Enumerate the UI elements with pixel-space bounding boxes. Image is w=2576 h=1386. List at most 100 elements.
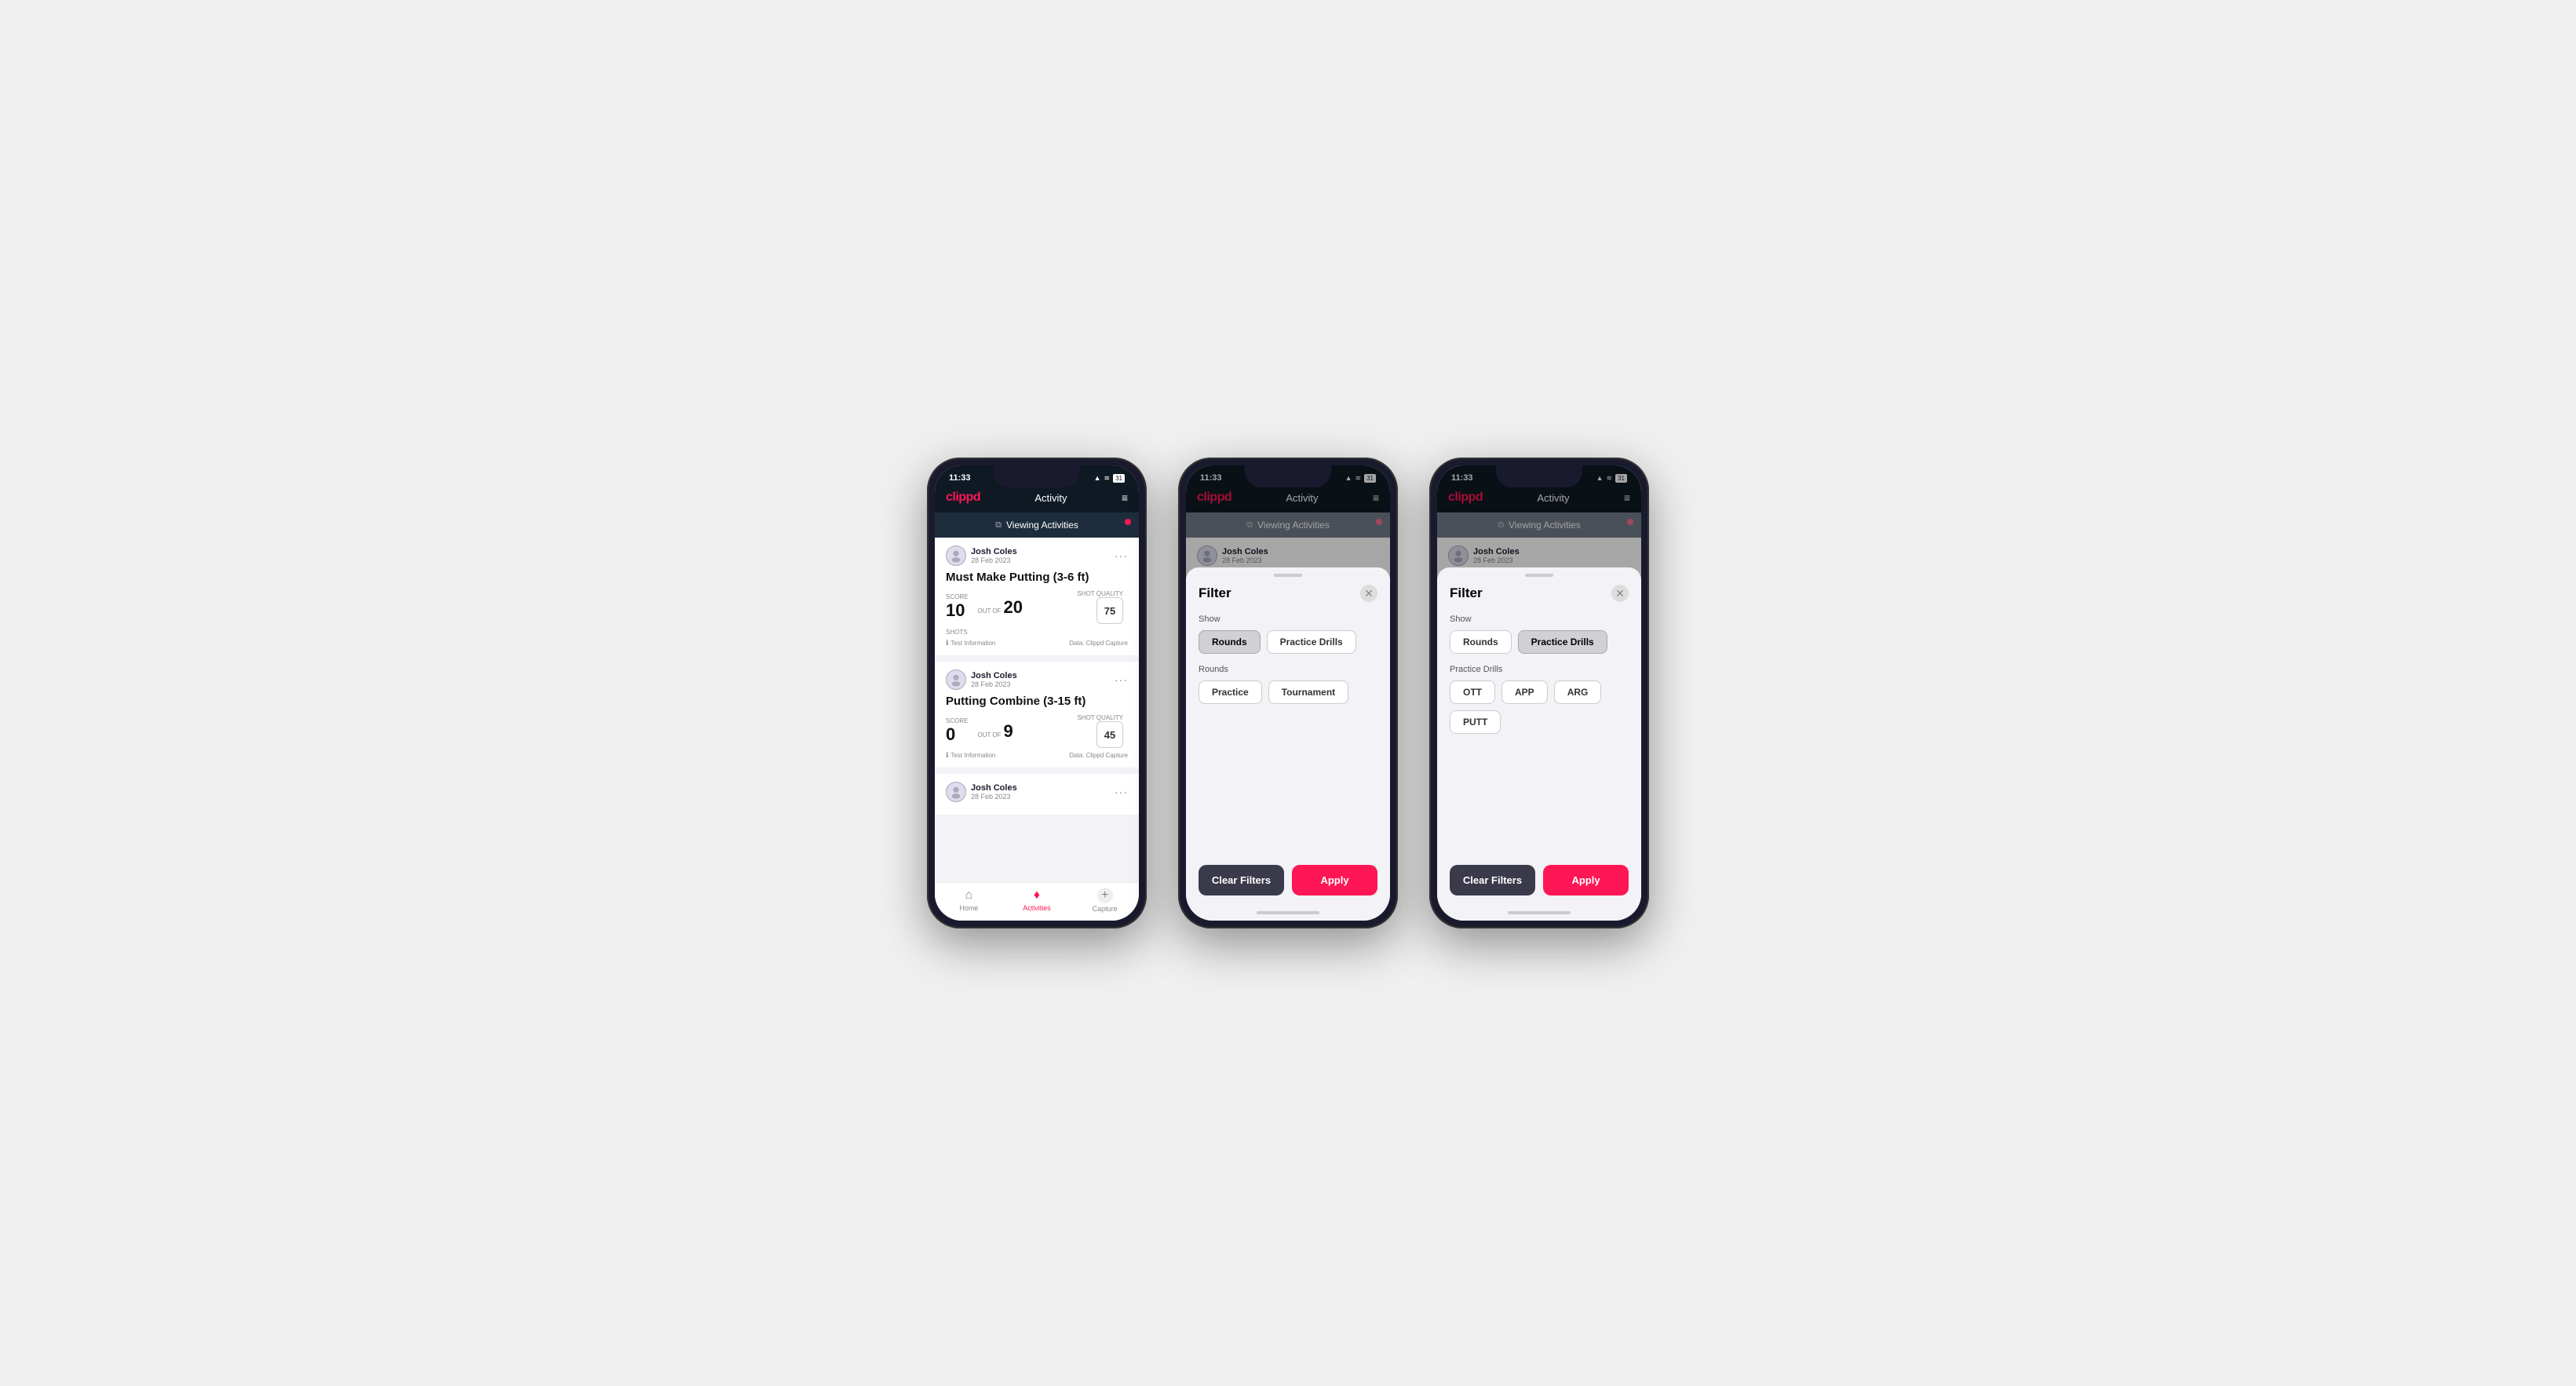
filter-footer-3: Clear Filters Apply — [1437, 857, 1641, 911]
avatar-1b — [946, 669, 966, 690]
ott-btn-3[interactable]: OTT — [1450, 680, 1495, 704]
user-info-1b: Josh Coles 28 Feb 2023 — [946, 669, 1017, 690]
shots-of-1b: OUT OF — [977, 731, 1001, 739]
user-name-1a: Josh Coles — [971, 547, 1017, 556]
user-date-1a: 28 Feb 2023 — [971, 556, 1017, 564]
practice-buttons-3: OTT APP ARG PUTT — [1450, 680, 1629, 734]
dots-menu-1a[interactable]: ··· — [1115, 549, 1128, 562]
filter-header-2: Filter ✕ — [1186, 577, 1390, 608]
apply-btn-2[interactable]: Apply — [1292, 865, 1377, 895]
filter-close-2[interactable]: ✕ — [1360, 585, 1377, 602]
test-info-1a: ℹ Test Information — [946, 639, 995, 647]
home-icon-1: ⌂ — [965, 888, 973, 903]
phone-3: 11:33 ▲ ≋ 31 clippd Activity ≡ ⧉ Viewing… — [1429, 458, 1649, 928]
rounds-btn-2[interactable]: Rounds — [1199, 630, 1261, 654]
activities-label-1: Activities — [1023, 904, 1051, 912]
user-info-1a: Josh Coles 28 Feb 2023 — [946, 545, 1017, 566]
activity-card-3[interactable]: Josh Coles 28 Feb 2023 ··· — [935, 774, 1139, 815]
filter-sheet-2: Filter ✕ Show Rounds Practice Drills Rou… — [1186, 567, 1390, 921]
practice-drills-btn-2[interactable]: Practice Drills — [1267, 630, 1356, 654]
activity-card-1[interactable]: Josh Coles 28 Feb 2023 ··· Must Make Put… — [935, 538, 1139, 655]
notch-2 — [1245, 465, 1331, 487]
wifi-icon-1: ≋ — [1104, 474, 1111, 483]
activity-title-1a: Must Make Putting (3-6 ft) — [946, 571, 1128, 584]
data-source-1b: Data: Clippd Capture — [1069, 752, 1128, 759]
filter-icon-1: ⧉ — [995, 520, 1002, 531]
sq-badge-1b: 45 — [1096, 721, 1123, 748]
dots-menu-1c[interactable]: ··· — [1115, 786, 1128, 798]
nav-activities-1[interactable]: ♦ Activities — [1003, 888, 1071, 912]
phones-container: 11:33 ▲ ≋ 31 clippd Activity ≡ ⧉ Viewi — [927, 458, 1649, 928]
rounds-buttons-2: Practice Tournament — [1199, 680, 1377, 704]
practice-drills-btn-3[interactable]: Practice Drills — [1518, 630, 1607, 654]
filter-body-3: Show Rounds Practice Drills Practice Dri… — [1437, 608, 1641, 857]
shots-value-1a: 20 — [1004, 597, 1023, 618]
menu-icon-1[interactable]: ≡ — [1122, 491, 1128, 504]
filter-overlay-3: Filter ✕ Show Rounds Practice Drills Pra… — [1437, 567, 1641, 921]
data-source-1a: Data: Clippd Capture — [1069, 640, 1128, 647]
filter-overlay-2: Filter ✕ Show Rounds Practice Drills Rou… — [1186, 567, 1390, 921]
home-label-1: Home — [959, 904, 978, 912]
capture-icon-1: + — [1097, 888, 1113, 903]
avatar-1a — [946, 545, 966, 566]
practice-round-btn-2[interactable]: Practice — [1199, 680, 1262, 704]
shots-of-1a: OUT OF — [977, 607, 1001, 615]
show-label-3: Show — [1450, 615, 1629, 624]
tournament-btn-2[interactable]: Tournament — [1268, 680, 1348, 704]
signal-icon-1: ▲ — [1094, 474, 1101, 482]
capture-label-1: Capture — [1093, 905, 1118, 913]
phone-1: 11:33 ▲ ≋ 31 clippd Activity ≡ ⧉ Viewi — [927, 458, 1147, 928]
clear-filters-btn-2[interactable]: Clear Filters — [1199, 865, 1284, 895]
user-info-1c: Josh Coles 28 Feb 2023 — [946, 782, 1017, 802]
user-date-1c: 28 Feb 2023 — [971, 793, 1017, 801]
putt-btn-3[interactable]: PUTT — [1450, 710, 1501, 734]
viewing-bar-1[interactable]: ⧉ Viewing Activities — [935, 512, 1139, 538]
sq-label-1a: Shot Quality — [1077, 590, 1123, 597]
logo-1: clippd — [946, 491, 980, 505]
activity-title-1b: Putting Combine (3-15 ft) — [946, 695, 1128, 708]
filter-body-2: Show Rounds Practice Drills Rounds Pract… — [1186, 608, 1390, 857]
notch-1 — [994, 465, 1080, 487]
activities-icon-1: ♦ — [1034, 888, 1040, 903]
filter-title-2: Filter — [1199, 585, 1231, 601]
score-value-1a: 10 — [946, 600, 968, 621]
practice-label-3: Practice Drills — [1450, 665, 1629, 674]
app-btn-3[interactable]: APP — [1501, 680, 1548, 704]
show-buttons-2: Rounds Practice Drills — [1199, 630, 1377, 654]
arg-btn-3[interactable]: ARG — [1554, 680, 1602, 704]
app-header-1: clippd Activity ≡ — [935, 486, 1139, 512]
filter-header-3: Filter ✕ — [1437, 577, 1641, 608]
user-name-1c: Josh Coles — [971, 783, 1017, 793]
header-title-1: Activity — [1034, 492, 1067, 504]
score-label-1a: Score — [946, 593, 968, 600]
filter-footer-2: Clear Filters Apply — [1186, 857, 1390, 911]
test-info-1b: ℹ Test Information — [946, 751, 995, 760]
sq-label-1b: Shot Quality — [1077, 714, 1123, 721]
apply-btn-3[interactable]: Apply — [1543, 865, 1629, 895]
activity-list-1: Josh Coles 28 Feb 2023 ··· Must Make Put… — [935, 538, 1139, 882]
battery-icon-1: 31 — [1113, 474, 1125, 483]
filter-close-3[interactable]: ✕ — [1611, 585, 1629, 602]
filter-sheet-3: Filter ✕ Show Rounds Practice Drills Pra… — [1437, 567, 1641, 921]
notch-3 — [1496, 465, 1582, 487]
clear-filters-btn-3[interactable]: Clear Filters — [1450, 865, 1535, 895]
shots-value-1b: 9 — [1004, 721, 1013, 742]
user-date-1b: 28 Feb 2023 — [971, 680, 1017, 688]
avatar-1c — [946, 782, 966, 802]
viewing-dot-1 — [1125, 519, 1131, 525]
dots-menu-1b[interactable]: ··· — [1115, 673, 1128, 686]
activity-card-2[interactable]: Josh Coles 28 Feb 2023 ··· Putting Combi… — [935, 662, 1139, 768]
sq-badge-1a: 75 — [1096, 597, 1123, 624]
score-value-1b: 0 — [946, 724, 968, 745]
user-name-1b: Josh Coles — [971, 671, 1017, 680]
show-buttons-3: Rounds Practice Drills — [1450, 630, 1629, 654]
show-label-2: Show — [1199, 615, 1377, 624]
nav-capture-1[interactable]: + Capture — [1071, 888, 1139, 913]
nav-home-1[interactable]: ⌂ Home — [935, 888, 1003, 912]
rounds-btn-3[interactable]: Rounds — [1450, 630, 1512, 654]
phone-2: 11:33 ▲ ≋ 31 clippd Activity ≡ ⧉ Viewing… — [1178, 458, 1398, 928]
status-icons-1: ▲ ≋ 31 — [1094, 474, 1125, 483]
status-time-1: 11:33 — [949, 473, 971, 483]
shots-header-1a: Shots — [946, 629, 968, 636]
rounds-label-2: Rounds — [1199, 665, 1377, 674]
